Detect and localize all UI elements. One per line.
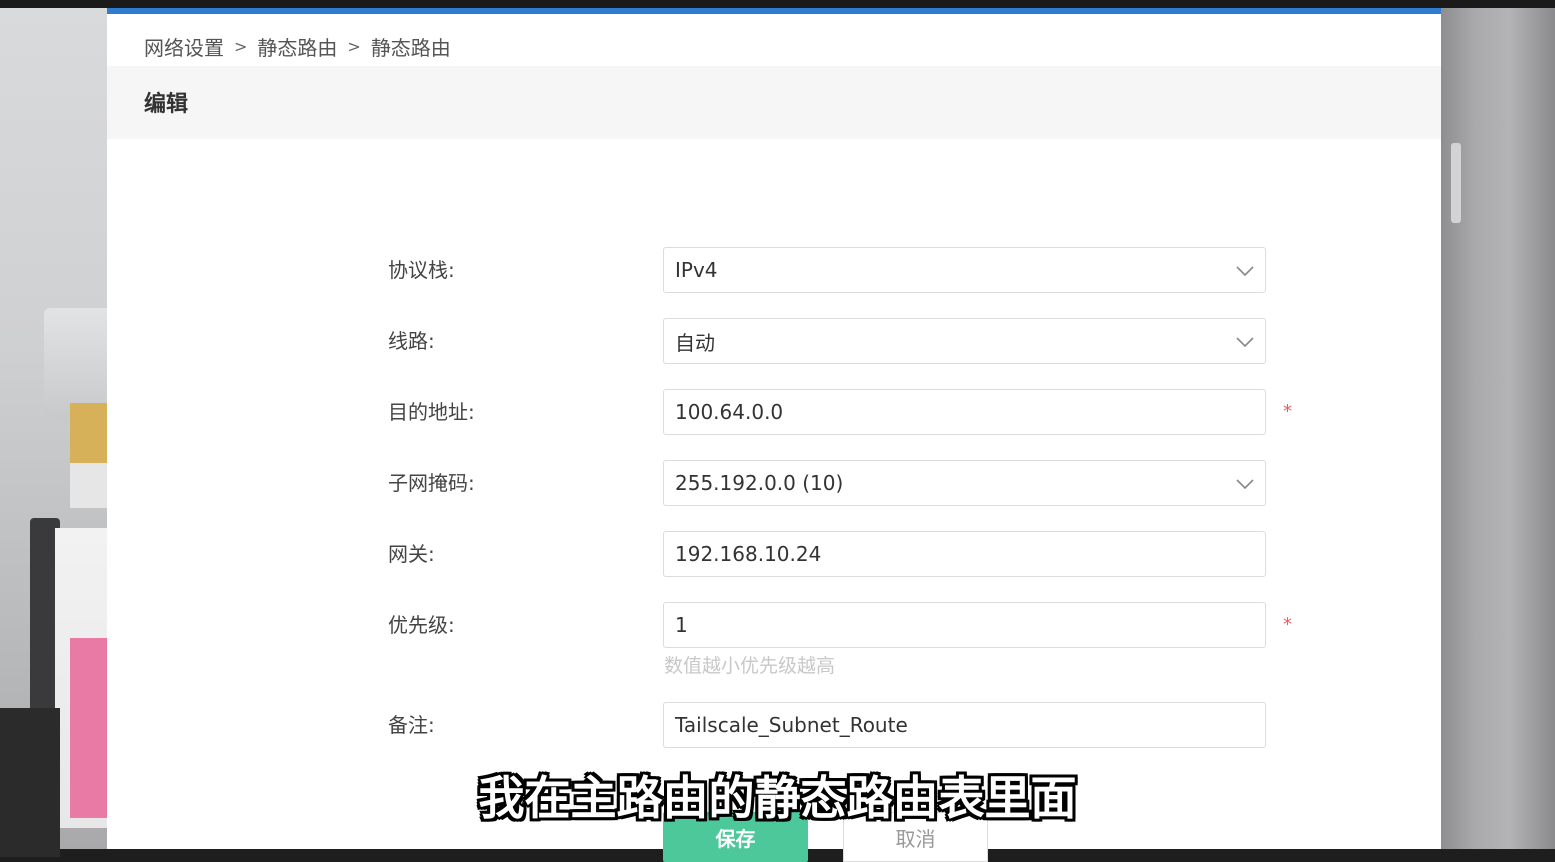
form-row-priority: 优先级: 1 * 数值越小优先级越高 bbox=[107, 602, 1441, 677]
subnet-mask-select[interactable]: 255.192.0.0 (10) bbox=[663, 460, 1266, 506]
chevron-down-icon bbox=[1236, 266, 1254, 277]
window-top-edge bbox=[0, 0, 1555, 8]
required-marker: * bbox=[1283, 614, 1292, 635]
static-route-form: 协议栈: IPv4 线路: 自动 目的地址: 100.64.0.0 * 子网掩码… bbox=[107, 14, 1441, 849]
gateway-value: 192.168.10.24 bbox=[675, 542, 822, 566]
destination-value: 100.64.0.0 bbox=[675, 400, 784, 424]
line-label: 线路: bbox=[388, 329, 435, 353]
background-right bbox=[1441, 8, 1555, 849]
destination-input[interactable]: 100.64.0.0 bbox=[663, 389, 1266, 435]
remark-value: Tailscale_Subnet_Route bbox=[675, 713, 908, 737]
remark-label: 备注: bbox=[388, 713, 435, 737]
protocol-value: IPv4 bbox=[675, 258, 718, 282]
line-select[interactable]: 自动 bbox=[663, 318, 1266, 364]
priority-label: 优先级: bbox=[388, 613, 455, 637]
priority-value: 1 bbox=[675, 613, 688, 637]
gateway-label: 网关: bbox=[388, 542, 435, 566]
form-row-gateway: 网关: 192.168.10.24 bbox=[107, 531, 1441, 577]
destination-label: 目的地址: bbox=[388, 400, 475, 424]
router-admin-window: 网络设置 > 静态路由 > 静态路由 编辑 协议栈: IPv4 线路: 自动 目… bbox=[107, 8, 1441, 862]
form-row-remark: 备注: Tailscale_Subnet_Route bbox=[107, 702, 1441, 748]
background-left bbox=[0, 8, 107, 857]
form-row-line: 线路: 自动 bbox=[107, 318, 1441, 364]
protocol-select[interactable]: IPv4 bbox=[663, 247, 1266, 293]
form-row-subnet-mask: 子网掩码: 255.192.0.0 (10) bbox=[107, 460, 1441, 506]
chevron-down-icon bbox=[1236, 479, 1254, 490]
subnet-mask-value: 255.192.0.0 (10) bbox=[675, 471, 844, 495]
video-subtitle: 我在主路由的静态路由表里面 bbox=[478, 771, 1077, 825]
subnet-mask-label: 子网掩码: bbox=[388, 471, 475, 495]
form-row-destination: 目的地址: 100.64.0.0 * bbox=[107, 389, 1441, 435]
priority-input[interactable]: 1 bbox=[663, 602, 1266, 648]
form-row-protocol: 协议栈: IPv4 bbox=[107, 247, 1441, 293]
line-value: 自动 bbox=[675, 330, 715, 355]
remark-input[interactable]: Tailscale_Subnet_Route bbox=[663, 702, 1266, 748]
protocol-label: 协议栈: bbox=[388, 258, 455, 282]
chevron-down-icon bbox=[1236, 337, 1254, 348]
required-marker: * bbox=[1283, 401, 1292, 422]
priority-hint: 数值越小优先级越高 bbox=[664, 655, 836, 677]
gateway-input[interactable]: 192.168.10.24 bbox=[663, 531, 1266, 577]
